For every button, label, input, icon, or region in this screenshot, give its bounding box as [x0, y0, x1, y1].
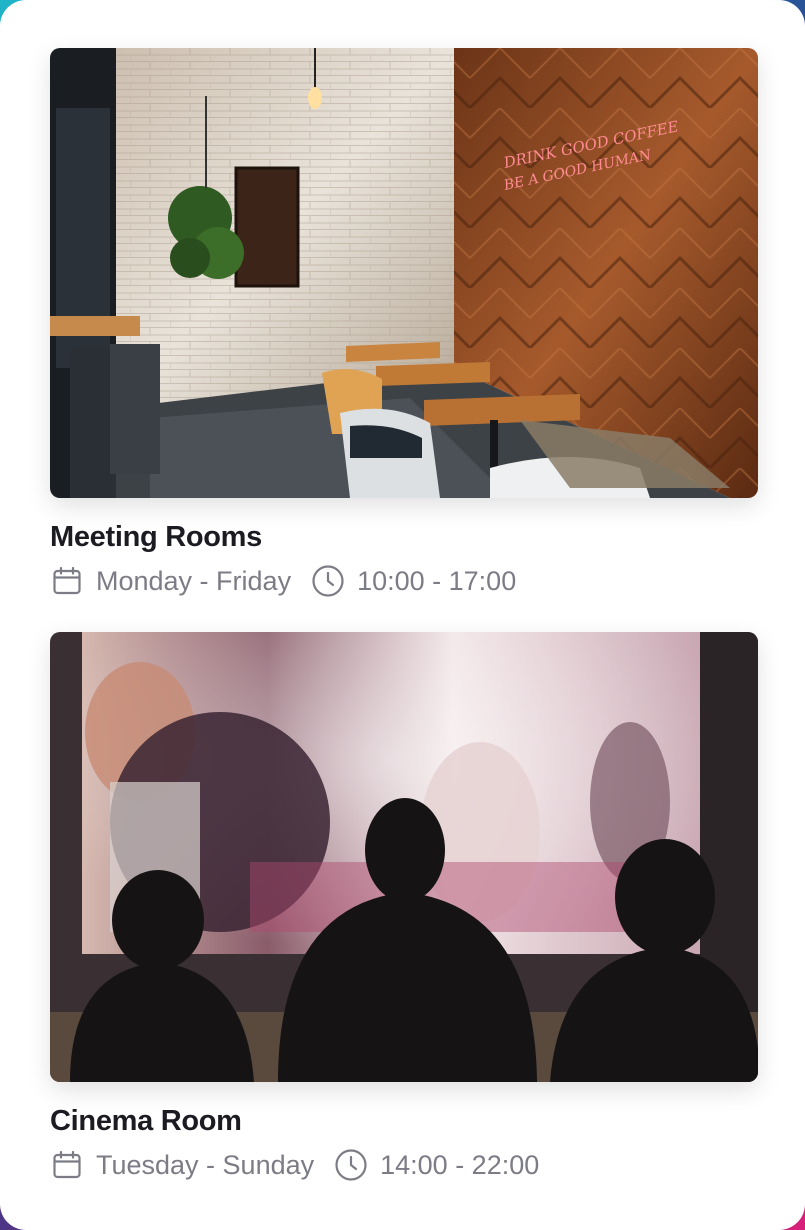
room-cinema-room[interactable]: Cinema Room Tuesday - Sunday 14:00 - 22:…: [50, 632, 758, 1181]
cinema-room-photo[interactable]: [50, 632, 758, 1082]
meeting-rooms-photo[interactable]: DRINK GOOD COFFEE BE A GOOD HUMAN: [50, 48, 758, 498]
room-hours: 10:00 - 17:00: [357, 565, 517, 596]
rooms-card: DRINK GOOD COFFEE BE A GOOD HUMAN Meetin…: [0, 0, 805, 1230]
calendar-icon: [50, 1148, 84, 1182]
room-schedule: Tuesday - Sunday 14:00 - 22:00: [50, 1149, 758, 1181]
room-days: Tuesday - Sunday: [96, 1149, 315, 1180]
room-days: Monday - Friday: [96, 565, 292, 596]
room-title: Cinema Room: [50, 1105, 242, 1137]
room-schedule: Monday - Friday 10:00 - 17:00: [50, 565, 758, 597]
clock-icon: [311, 564, 345, 598]
clock-icon: [334, 1148, 368, 1182]
calendar-icon: [50, 564, 84, 598]
room-title: Meeting Rooms: [50, 521, 263, 553]
room-meeting-rooms[interactable]: DRINK GOOD COFFEE BE A GOOD HUMAN Meetin…: [50, 48, 758, 597]
cafe-illustration: DRINK GOOD COFFEE BE A GOOD HUMAN: [50, 48, 758, 498]
room-hours: 14:00 - 22:00: [380, 1149, 540, 1180]
cinema-illustration: [50, 632, 758, 1082]
